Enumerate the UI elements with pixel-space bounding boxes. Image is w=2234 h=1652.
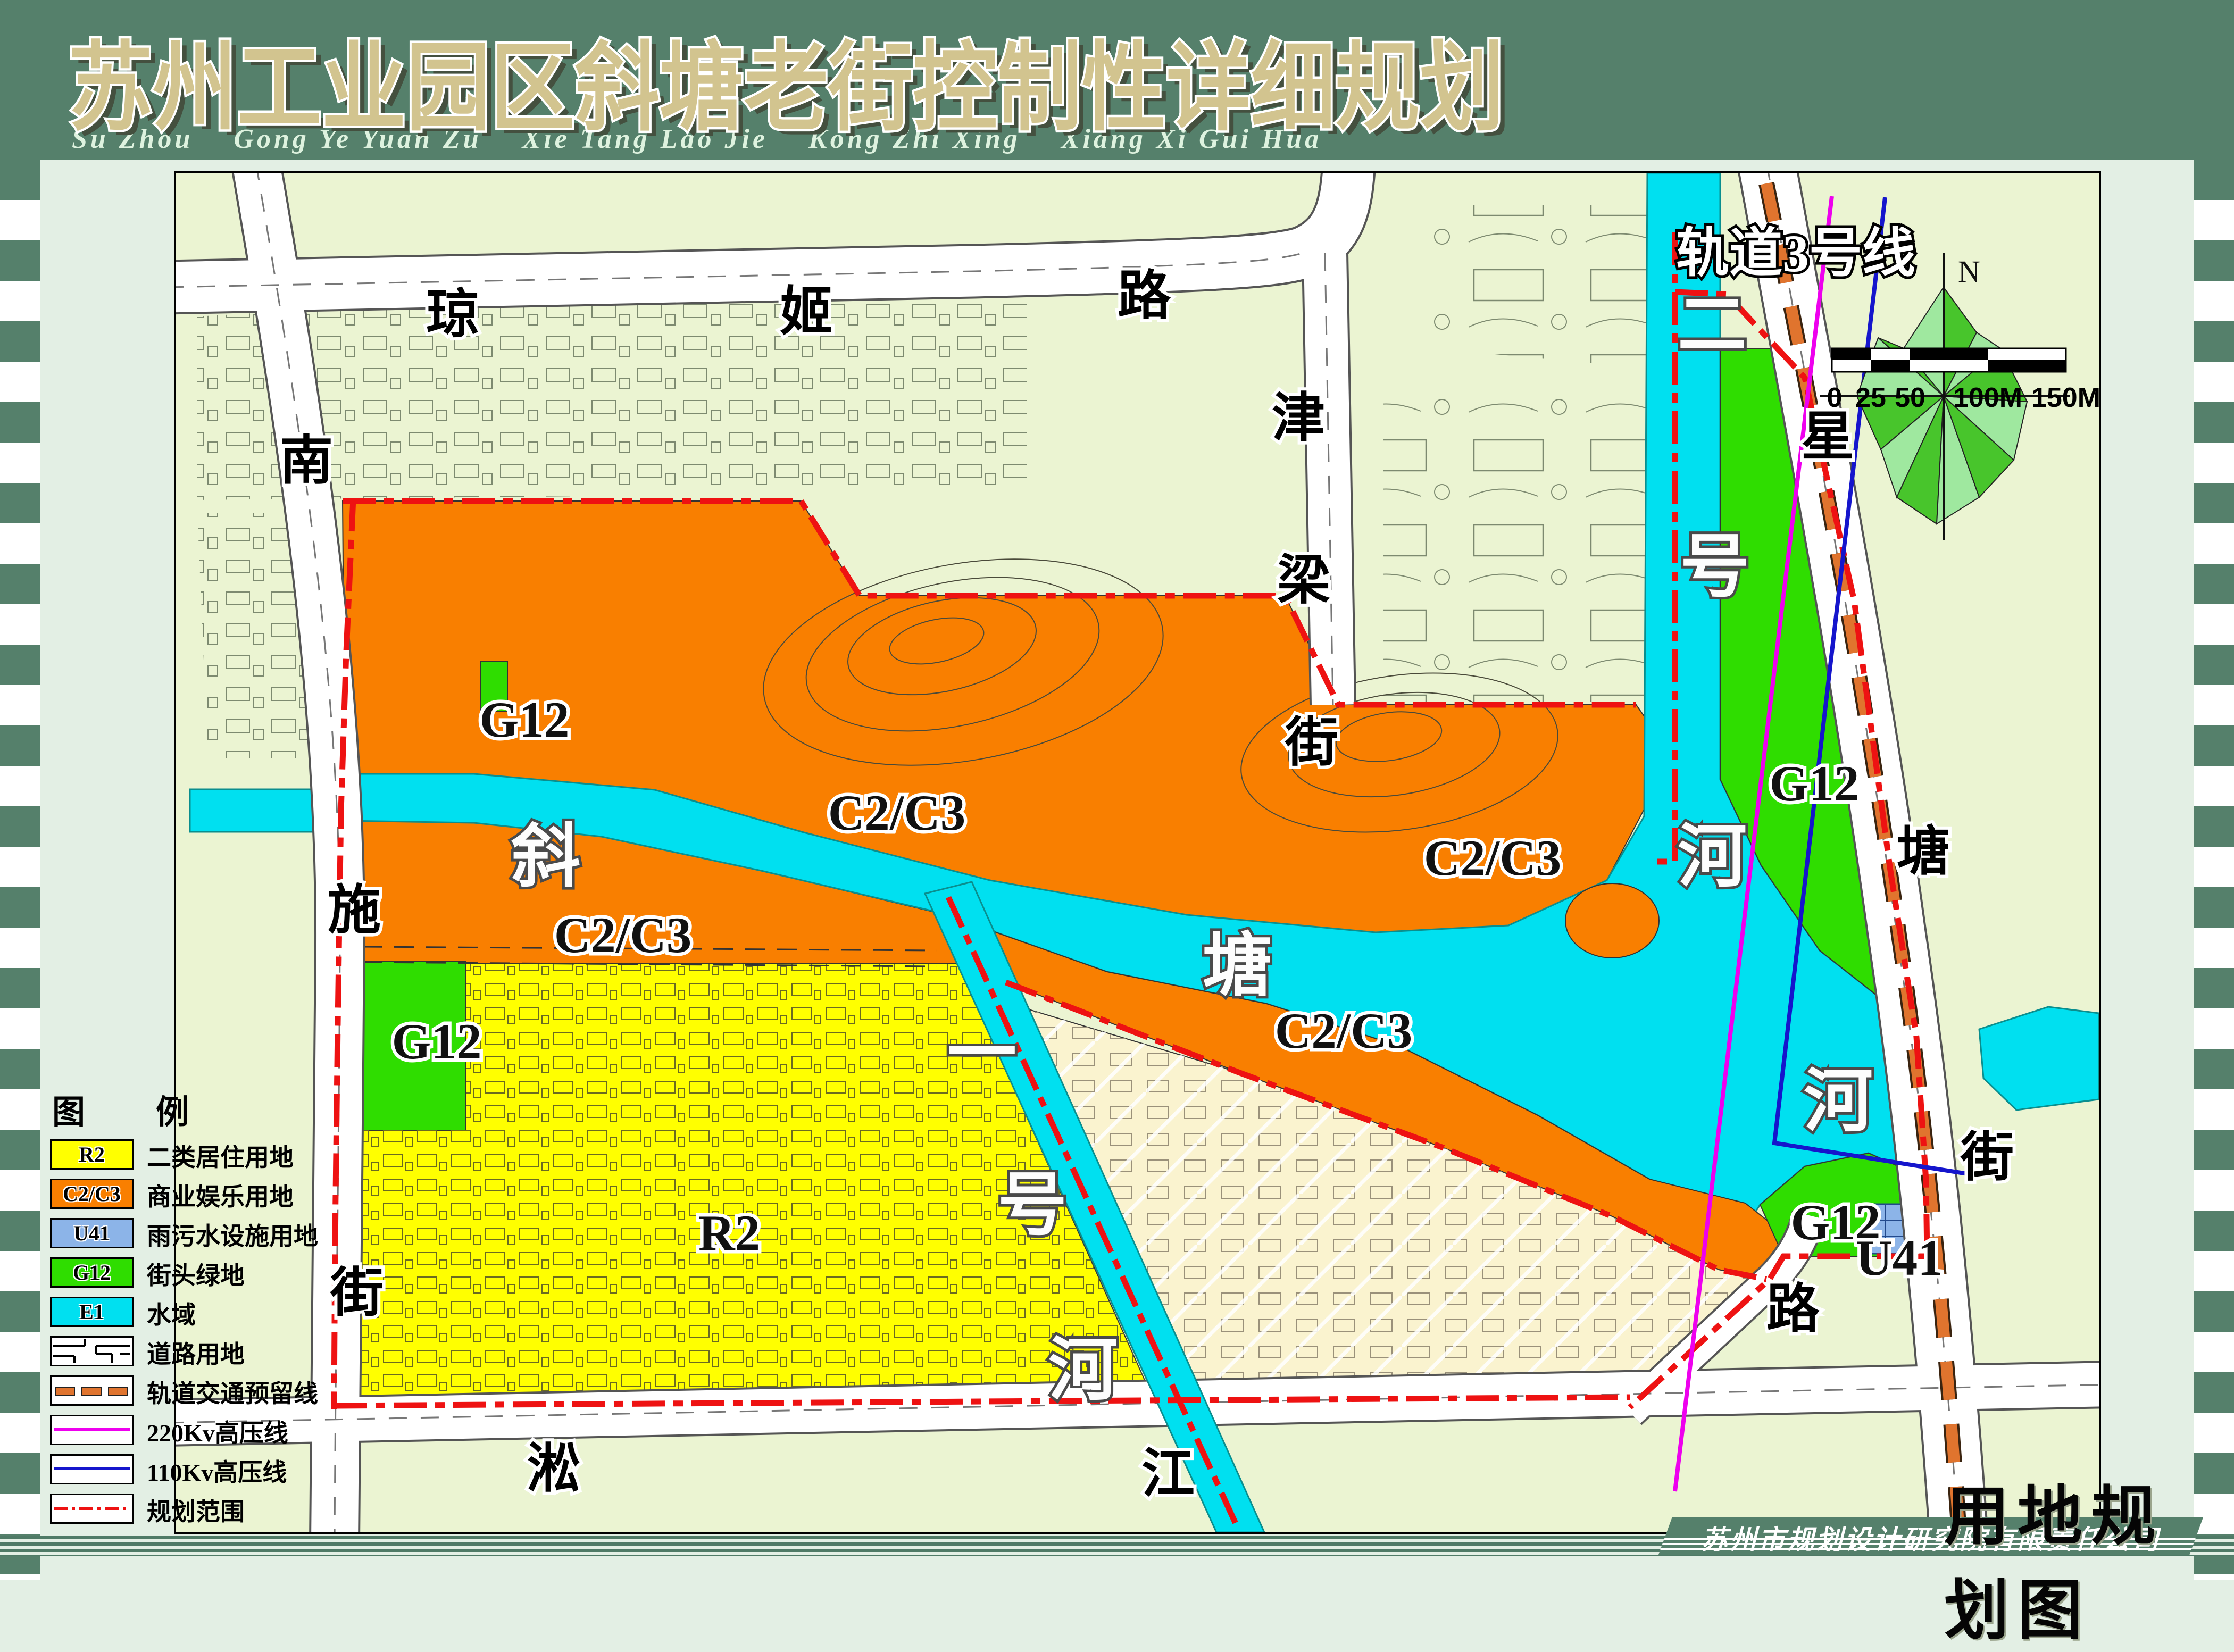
street-char-xing: 星 (1801, 407, 1854, 466)
legend-row-road: 道路用地 (43, 1330, 447, 1369)
river-char-er: 二 (1678, 287, 1747, 364)
legend-label: 轨道交通预留线 (147, 1374, 318, 1409)
street-char-tang-rd: 塘 (1897, 822, 1950, 881)
legend-swatch-110kv (50, 1454, 134, 1484)
legend-label: 规划范围 (147, 1492, 245, 1528)
checker-border-right (2194, 160, 2234, 1580)
legend-row-220kv: 220Kv高压线 (43, 1408, 447, 1448)
legend-code: E1 (79, 1299, 104, 1324)
river-char-he-1: 河 (1804, 1064, 1873, 1140)
river-char-xie: 斜 (511, 819, 580, 896)
road-swatch-icon (53, 1339, 130, 1363)
street-char-jiang: 江 (1141, 1445, 1195, 1504)
canal-char-he-2: 河 (1048, 1332, 1118, 1409)
zone-label-C2C3-c: C2/C3 (1424, 830, 1562, 886)
zone-label-C2C3-b: C2/C3 (554, 907, 692, 963)
legend-label: 110Kv高压线 (147, 1453, 287, 1488)
legend-row-rail: 轨道交通预留线 (43, 1369, 447, 1408)
map-sheet-title: 用地规划图 (1944, 1464, 2234, 1652)
scale-tick-100: 100M (1953, 382, 2022, 413)
legend-swatch-u41: U41 (50, 1218, 134, 1248)
street-char-jie-e: 街 (1960, 1128, 2014, 1187)
legend-code: G12 (73, 1260, 111, 1285)
legend-code: C2/C3 (63, 1181, 121, 1206)
street-char-lu-se: 路 (1766, 1280, 1820, 1339)
legend-code: U41 (73, 1221, 110, 1246)
street-char-shi: 施 (328, 881, 381, 940)
north-label: N (1958, 254, 1980, 289)
zone-label-C2C3-a: C2/C3 (828, 785, 966, 841)
zone-label-G12-b: G12 (392, 1013, 482, 1070)
legend-swatch-g12: G12 (50, 1257, 134, 1288)
stream-west (190, 789, 321, 832)
zone-commercial-island (1565, 883, 1659, 958)
legend-label: 街头绿地 (147, 1256, 245, 1291)
zone-label-U41: U41 (1856, 1230, 1943, 1286)
river-char-tang: 塘 (1203, 928, 1272, 1005)
scale-tick-50: 50 (1895, 382, 1925, 413)
street-char-ji: 姬 (780, 282, 833, 341)
page-title-art: 苏州工业园区斜塘老街控制性详细规划 苏州工业园区斜塘老街控制性详细规划 (0, 0, 2234, 160)
planning-map: N 0 25 50 100M 150M 轨道3号线 琼 姬 路 南 施 街 津 … (176, 173, 2099, 1532)
street-char-qiong: 琼 (426, 285, 479, 344)
legend-row-g12: G12 街头绿地 (43, 1251, 447, 1290)
canal-char-hao-1: 号 (998, 1167, 1067, 1244)
street-char-song: 淞 (527, 1439, 580, 1498)
street-char-liang: 梁 (1277, 551, 1330, 610)
checker-border-left (0, 160, 40, 1580)
legend-label: 二类居住用地 (147, 1138, 294, 1173)
legend-code: R2 (79, 1142, 105, 1167)
legend-swatch-e1: E1 (50, 1297, 134, 1327)
river-char-hao-2: 号 (1680, 529, 1749, 606)
legend-title: 图 例 (52, 1085, 447, 1133)
legend-label: 220Kv高压线 (147, 1414, 288, 1449)
canal-char-yi: 一 (947, 1016, 1016, 1092)
street-char-jin: 津 (1272, 389, 1325, 448)
street-char-nan: 南 (280, 431, 333, 490)
legend-label: 水域 (147, 1296, 196, 1331)
zone-label-R2: R2 (698, 1205, 760, 1261)
legend-row-e1: E1 水域 (43, 1290, 447, 1330)
map-canvas: N 0 25 50 100M 150M 轨道3号线 琼 姬 路 南 施 街 津 … (174, 171, 2101, 1534)
legend: 图 例 R2 二类居住用地 C2/C3 商业娱乐用地 U41 雨污水设施用地 G… (43, 1085, 447, 1526)
legend-label: 雨污水设施用地 (147, 1217, 318, 1252)
legend-swatch-c2c3: C2/C3 (50, 1179, 134, 1209)
zone-label-G12-a: G12 (480, 691, 570, 748)
street-char-jie-m: 街 (1285, 713, 1338, 772)
legend-row-c2c3: C2/C3 商业娱乐用地 (43, 1172, 447, 1212)
legend-swatch-rail (50, 1375, 134, 1406)
zone-label-C2C3-d: C2/C3 (1275, 1003, 1413, 1059)
legend-row-u41: U41 雨污水设施用地 (43, 1212, 447, 1251)
street-char-lu-top: 路 (1118, 266, 1171, 326)
legend-row-110kv: 110Kv高压线 (43, 1448, 447, 1487)
rail-line-label: 轨道3号线 (1676, 224, 1915, 283)
legend-swatch-220kv (50, 1415, 134, 1445)
river-char-he-3: 河 (1678, 819, 1747, 896)
legend-row-r2: R2 二类居住用地 (43, 1133, 447, 1172)
legend-swatch-road (50, 1336, 134, 1366)
legend-row-boundary: 规划范围 (43, 1487, 447, 1526)
zone-label-G12-c: G12 (1770, 755, 1860, 812)
legend-label: 商业娱乐用地 (147, 1178, 294, 1213)
scale-tick-150: 150M (2031, 382, 2099, 413)
legend-swatch-r2: R2 (50, 1139, 134, 1170)
header-band: 苏州工业园区斜塘老街控制性详细规划 苏州工业园区斜塘老街控制性详细规划 Su Z… (0, 0, 2234, 160)
legend-label: 道路用地 (147, 1335, 245, 1370)
legend-swatch-boundary (50, 1494, 134, 1524)
page-title: 苏州工业园区斜塘老街控制性详细规划 (68, 36, 1504, 143)
scale-tick-25: 25 (1855, 382, 1886, 413)
